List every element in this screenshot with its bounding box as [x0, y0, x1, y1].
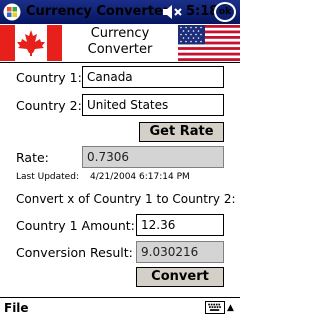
usa-flag	[178, 25, 240, 61]
menu-bar	[0, 297, 240, 320]
amount-input[interactable]: 12.36	[136, 214, 224, 236]
convert-button[interactable]: Convert	[136, 267, 224, 287]
header-title-line1: Currency	[90, 26, 150, 41]
header-divider	[0, 62, 240, 63]
app-title: Currency Converter	[26, 4, 170, 19]
chevron-up-icon[interactable]: ▲	[227, 303, 234, 313]
header-title: Currency Converter	[62, 26, 178, 58]
rate-label: Rate:	[16, 150, 49, 165]
windows-start-icon[interactable]	[3, 3, 21, 21]
result-label: Conversion Result:	[16, 245, 133, 260]
ok-button[interactable]: ok	[214, 2, 236, 22]
rate-value-field: 0.7306	[82, 146, 224, 168]
keyboard-icon[interactable]	[205, 301, 225, 314]
convert-heading: Convert x of Country 1 to Country 2:	[16, 192, 236, 206]
result-value-field: 9.030216	[136, 241, 224, 263]
speaker-icon[interactable]	[162, 5, 184, 19]
canada-flag	[0, 25, 62, 61]
amount-label: Country 1 Amount:	[16, 218, 135, 233]
country1-label: Country 1:	[16, 70, 82, 85]
country2-label: Country 2:	[16, 98, 82, 113]
get-rate-button[interactable]: Get Rate	[139, 122, 224, 142]
last-updated-value: 4/21/2004 6:17:14 PM	[90, 172, 190, 182]
country2-input[interactable]: United States	[82, 94, 224, 116]
header-title-line2: Converter	[87, 42, 153, 57]
last-updated-label: Last Updated:	[16, 172, 79, 182]
country1-input[interactable]: Canada	[82, 66, 224, 88]
file-menu[interactable]: File	[4, 301, 29, 315]
